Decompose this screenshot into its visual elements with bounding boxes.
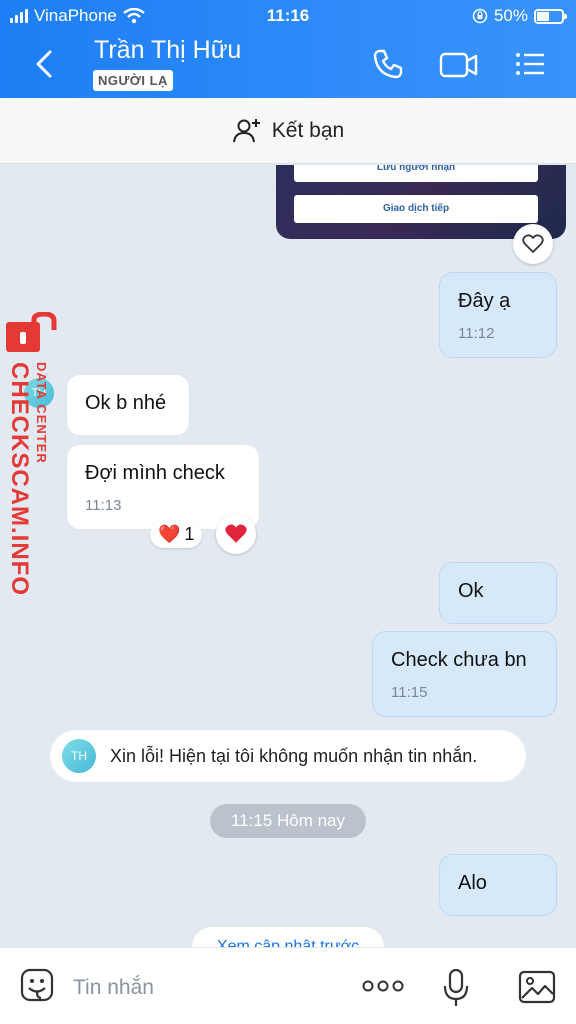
message-bubble-sent[interactable]: Ok — [439, 562, 557, 624]
heart-filled-icon — [225, 524, 247, 543]
image-icon[interactable] — [518, 970, 556, 1004]
avatar[interactable]: TH — [62, 739, 96, 773]
chat-area[interactable]: Lưu người nhận Giao dịch tiếp Đây ạ 11:1… — [0, 165, 576, 947]
message-text: Đợi mình check — [85, 462, 225, 484]
card-button-save-recipient[interactable]: Lưu người nhận — [294, 165, 538, 182]
stranger-badge: NGƯỜI LẠ — [93, 70, 173, 91]
chat-header: VinaPhone 11:16 50% Trần Thị Hữu NGƯỜI L… — [0, 0, 576, 98]
message-text: Ok b nhé — [85, 392, 167, 414]
back-icon[interactable] — [30, 46, 58, 82]
message-text: Alo — [458, 872, 487, 894]
message-time: 11:12 — [458, 325, 495, 342]
battery-label: 50% — [493, 6, 528, 25]
phone-icon[interactable] — [370, 46, 406, 82]
message-text: Ok — [458, 580, 484, 602]
add-friend-icon — [232, 118, 260, 142]
heart-reaction-icon: ❤️ — [158, 524, 181, 544]
reaction-summary[interactable]: ❤️ 1 — [150, 521, 203, 548]
message-bubble-sent[interactable]: Check chưa bn 11:15 — [372, 631, 557, 717]
message-time: 11:15 — [391, 684, 428, 701]
watermark-text: CHECKSCAM.INFO — [6, 362, 33, 596]
contact-name[interactable]: Trần Thị Hữu — [94, 36, 241, 65]
status-right: 50% — [472, 6, 567, 26]
video-call-icon[interactable] — [438, 46, 480, 82]
more-options-icon[interactable] — [362, 980, 404, 992]
status-bar: VinaPhone 11:16 50% — [0, 0, 576, 32]
see-earlier-updates-button[interactable]: Xem cập nhật trước — [192, 927, 384, 947]
composer-bar: Tin nhắn — [0, 947, 576, 1024]
date-divider: 11:15 Hôm nay — [210, 804, 366, 838]
message-bubble-received[interactable]: Ok b nhé — [66, 374, 190, 436]
battery-icon — [534, 8, 567, 24]
menu-icon[interactable] — [512, 46, 548, 82]
message-text: Check chưa bn — [391, 649, 527, 671]
message-bubble-sent[interactable]: Đây ạ 11:12 — [439, 272, 557, 358]
message-text: Đây ạ — [458, 290, 511, 312]
react-heart-button[interactable] — [513, 224, 553, 264]
message-bubble-sent[interactable]: Alo — [439, 854, 557, 916]
microphone-icon[interactable] — [442, 968, 470, 1008]
sticker-icon[interactable] — [20, 968, 54, 1004]
add-friend-bar[interactable]: Kết bạn — [0, 98, 576, 164]
system-message: TH Xin lỗi! Hiện tại tôi không muốn nhận… — [50, 730, 526, 782]
watermark-subtext: DATA CENTER — [34, 362, 49, 464]
reaction-count: 1 — [184, 524, 195, 544]
react-heart-button[interactable] — [216, 514, 256, 554]
heart-outline-icon — [522, 234, 544, 253]
watermark-lock-icon — [6, 312, 57, 352]
card-button-continue[interactable]: Giao dịch tiếp — [294, 195, 538, 223]
system-message-text: Xin lỗi! Hiện tại tôi không muốn nhận ti… — [110, 745, 478, 766]
message-time: 11:13 — [85, 497, 122, 514]
message-input[interactable]: Tin nhắn — [73, 976, 154, 1000]
orientation-lock-icon — [472, 8, 488, 24]
add-friend-label: Kết bạn — [271, 118, 345, 142]
